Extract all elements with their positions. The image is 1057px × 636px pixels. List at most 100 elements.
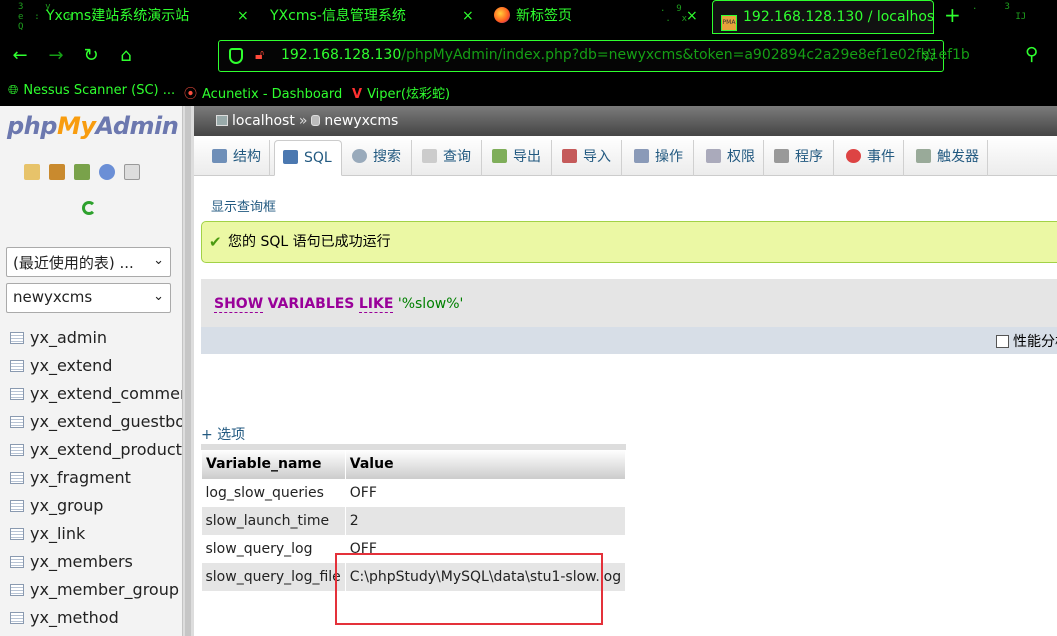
- table-row: slow_launch_time 2: [201, 507, 627, 535]
- recent-tables-select[interactable]: (最近使用的表) ... ⌄: [6, 247, 171, 277]
- server-icon: [216, 115, 228, 126]
- tab-label: Yxcms建站系统演示站: [46, 8, 190, 24]
- sidebar-table-item[interactable]: yx_admin: [10, 326, 182, 354]
- query-window-icon[interactable]: [74, 164, 90, 180]
- profiling-option[interactable]: 性能分析: [996, 331, 1057, 351]
- table-name: yx_link: [30, 524, 86, 543]
- table-row: log_slow_queries OFF: [201, 479, 627, 507]
- tab-yxcms-admin[interactable]: YXcms-信息管理系统: [270, 0, 450, 32]
- tab-export[interactable]: 导出: [482, 140, 552, 176]
- sidebar-table-item[interactable]: yx_group: [10, 494, 182, 522]
- database-select[interactable]: newyxcms ⌄: [6, 283, 171, 313]
- tab-close-button[interactable]: ×: [462, 0, 478, 32]
- tab-structure[interactable]: 结构: [204, 140, 270, 176]
- table-icon[interactable]: [10, 388, 24, 400]
- triggers-icon: [916, 149, 931, 163]
- tab-yxcms-demo[interactable]: Yxcms建站系统演示站: [46, 0, 246, 32]
- bookmark-nessus[interactable]: 🌐︎ Nessus Scanner (SC) ...: [8, 83, 175, 98]
- new-tab-button[interactable]: +: [944, 4, 961, 26]
- help-icon[interactable]: [99, 164, 115, 180]
- phpmyadmin-favicon: PMA: [721, 15, 737, 31]
- insecure-lock-icon[interactable]: 🔓︎: [255, 47, 264, 63]
- phpmyadmin-logo[interactable]: phpMyAdmin: [7, 112, 179, 140]
- tab-import[interactable]: 导入: [552, 140, 622, 176]
- table-icon[interactable]: [10, 584, 24, 596]
- home-icon[interactable]: [24, 164, 40, 180]
- cell-variable-name: slow_launch_time: [201, 507, 346, 535]
- export-icon: [492, 149, 507, 163]
- sidebar-table-item[interactable]: yx_extend_guestbook: [10, 410, 182, 438]
- home-icon[interactable]: ⌂: [114, 44, 138, 68]
- tab-label: 新标签页: [516, 8, 572, 24]
- cell-variable-name: log_slow_queries: [201, 479, 346, 507]
- docs-icon[interactable]: [124, 164, 140, 180]
- tab-routines[interactable]: 程序: [764, 140, 834, 176]
- sidebar-table-item[interactable]: yx_extend: [10, 354, 182, 382]
- table-icon[interactable]: [10, 360, 24, 372]
- tab-sql[interactable]: SQL: [274, 140, 342, 176]
- tab-label: 192.168.128.130 / localhost: [743, 9, 934, 25]
- sidebar-table-item[interactable]: yx_members: [10, 550, 182, 578]
- table-icon[interactable]: [10, 444, 24, 456]
- table-name: yx_extend_comment: [30, 384, 182, 403]
- tab-operations[interactable]: 操作: [622, 140, 694, 176]
- panel-splitter[interactable]: [182, 106, 194, 636]
- url-text: 192.168.128.130/phpMyAdmin/index.php?db=…: [281, 47, 970, 63]
- bookmark-viper[interactable]: V Viper(炫彩蛇): [352, 83, 450, 102]
- table-icon[interactable]: [10, 416, 24, 428]
- options-link[interactable]: + 选项: [201, 424, 245, 444]
- sidebar-table-item[interactable]: yx_fragment: [10, 466, 182, 494]
- tab-query[interactable]: 查询: [412, 140, 482, 176]
- table-icon[interactable]: [10, 556, 24, 568]
- breadcrumb-server[interactable]: localhost: [232, 113, 295, 129]
- sidebar-table-item[interactable]: yx_link: [10, 522, 182, 550]
- reload-nav-icon[interactable]: [82, 201, 96, 215]
- table-icon[interactable]: [10, 332, 24, 344]
- reload-icon[interactable]: ↻: [79, 44, 103, 68]
- sidebar-table-item[interactable]: yx_extend_product: [10, 438, 182, 466]
- tab-events[interactable]: 事件: [834, 140, 904, 176]
- bookmark-star-icon[interactable]: ☆: [921, 45, 937, 66]
- show-query-box-link[interactable]: 显示查询框: [211, 196, 276, 215]
- highlight-annotation-box: [335, 553, 603, 625]
- tab-search[interactable]: 搜索: [342, 140, 412, 176]
- tab-close-button[interactable]: ×: [237, 0, 253, 32]
- sidebar-table-item[interactable]: yx_extend_comment: [10, 382, 182, 410]
- tab-new-tab[interactable]: 新标签页: [494, 0, 624, 32]
- tab-privileges[interactable]: 权限: [694, 140, 764, 176]
- routines-icon: [774, 149, 789, 163]
- tab-close-button[interactable]: ×: [686, 0, 702, 32]
- acunetix-icon: ⦿: [184, 87, 198, 102]
- query-icon: [422, 149, 437, 163]
- table-name: yx_members: [30, 552, 133, 571]
- back-arrow-icon[interactable]: ←: [8, 44, 32, 68]
- exit-icon[interactable]: [49, 164, 65, 180]
- cell-variable-name: slow_query_log_file: [201, 563, 346, 591]
- tab-triggers[interactable]: 触发器: [904, 140, 988, 176]
- sidebar-table-item[interactable]: yx_method: [10, 606, 182, 634]
- table-icon[interactable]: [10, 472, 24, 484]
- table-name: yx_admin: [30, 328, 108, 347]
- scrollbar[interactable]: [185, 106, 191, 636]
- profiling-checkbox[interactable]: [996, 335, 1009, 348]
- shield-icon: [229, 48, 243, 64]
- sql-keyword-link[interactable]: SHOW: [214, 296, 264, 313]
- table-list: yx_admin yx_extend yx_extend_comment yx_ext…: [10, 326, 182, 634]
- url-bar[interactable]: 🔓︎ 192.168.128.130/phpMyAdmin/index.php?…: [218, 40, 970, 72]
- bookmark-acunetix[interactable]: ⦿ Acunetix - Dashboard: [184, 83, 342, 102]
- table-icon[interactable]: [10, 500, 24, 512]
- forward-arrow-icon[interactable]: →: [44, 44, 68, 68]
- breadcrumb-database[interactable]: newyxcms: [324, 113, 398, 129]
- cell-variable-name: slow_query_log: [201, 535, 346, 563]
- table-icon[interactable]: [10, 528, 24, 540]
- column-header-variable-name[interactable]: Variable_name: [201, 444, 346, 480]
- firefox-icon: [494, 7, 510, 23]
- sql-icon: [283, 150, 298, 164]
- main-panel: localhost» newyxcms 结构 SQL 搜索 查询 导出 导入 操作…: [194, 106, 1057, 636]
- sql-keyword-link[interactable]: LIKE: [358, 296, 394, 313]
- column-header-value[interactable]: Value: [344, 444, 627, 480]
- table-icon[interactable]: [10, 612, 24, 624]
- tab-phpmyadmin[interactable]: PMA 192.168.128.130 / localhost: [712, 0, 934, 34]
- extensions-icon[interactable]: ⚲: [1025, 44, 1038, 65]
- sidebar-table-item[interactable]: yx_member_group: [10, 578, 182, 606]
